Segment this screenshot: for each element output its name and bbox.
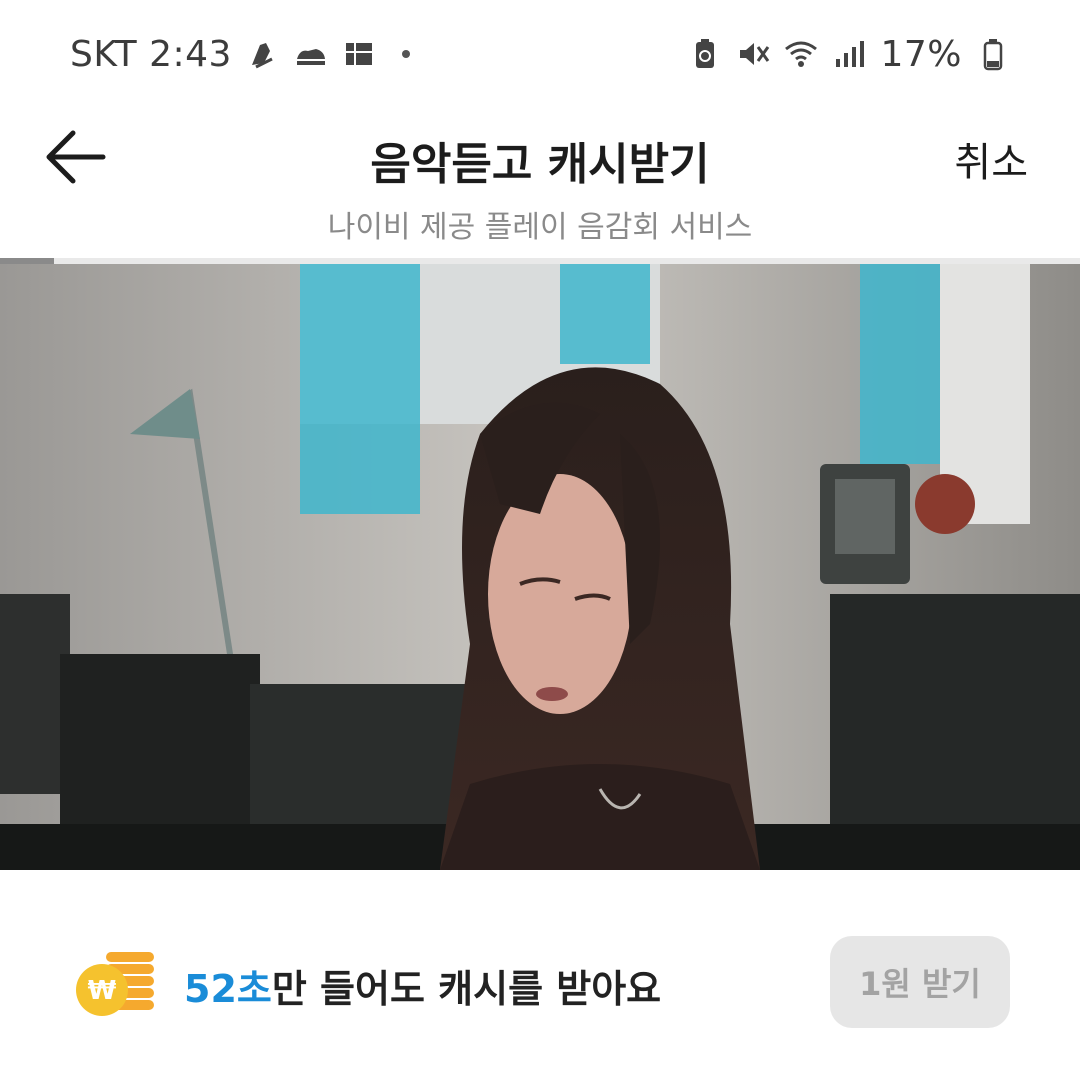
- svg-text:₩: ₩: [88, 976, 117, 1006]
- wifi-icon: [784, 37, 818, 71]
- video-frame: [0, 264, 1080, 870]
- cancel-button[interactable]: 취소: [954, 130, 1028, 188]
- battery-saver-icon: [688, 37, 722, 71]
- reward-message: 52초만 들어도 캐시를 받아요: [184, 958, 661, 1013]
- sneaker-icon: [294, 37, 328, 71]
- reward-seconds: 52초: [184, 967, 272, 1011]
- shoe-icon: [246, 37, 280, 71]
- reward-bar: ₩ 52초만 들어도 캐시를 받아요 1원 받기: [0, 870, 1080, 1080]
- reward-text: 만 들어도 캐시를 받아요: [271, 967, 662, 1011]
- page-subtitle: 나이비 제공 플레이 음감회 서비스: [327, 210, 753, 245]
- page-title: 음악듣고 캐시받기: [370, 139, 710, 190]
- grid-icon: [342, 37, 376, 71]
- header: 음악듣고 캐시받기 취소 나이비 제공 플레이 음감회 서비스: [0, 108, 1080, 258]
- status-left: SKT 2:43: [70, 34, 410, 75]
- won-coin-icon: ₩: [76, 952, 154, 1016]
- battery-percent: 17%: [880, 33, 962, 75]
- status-bar: SKT 2:43 17%: [0, 0, 1080, 108]
- signal-icon: [832, 37, 866, 71]
- carrier-time: SKT 2:43: [70, 33, 232, 75]
- battery-icon: [976, 37, 1010, 71]
- claim-reward-button[interactable]: 1원 받기: [830, 936, 1010, 1028]
- notification-dot: [401, 50, 410, 58]
- status-right: 17%: [688, 34, 1010, 75]
- video-player[interactable]: [0, 264, 1080, 870]
- mute-icon: [736, 37, 770, 71]
